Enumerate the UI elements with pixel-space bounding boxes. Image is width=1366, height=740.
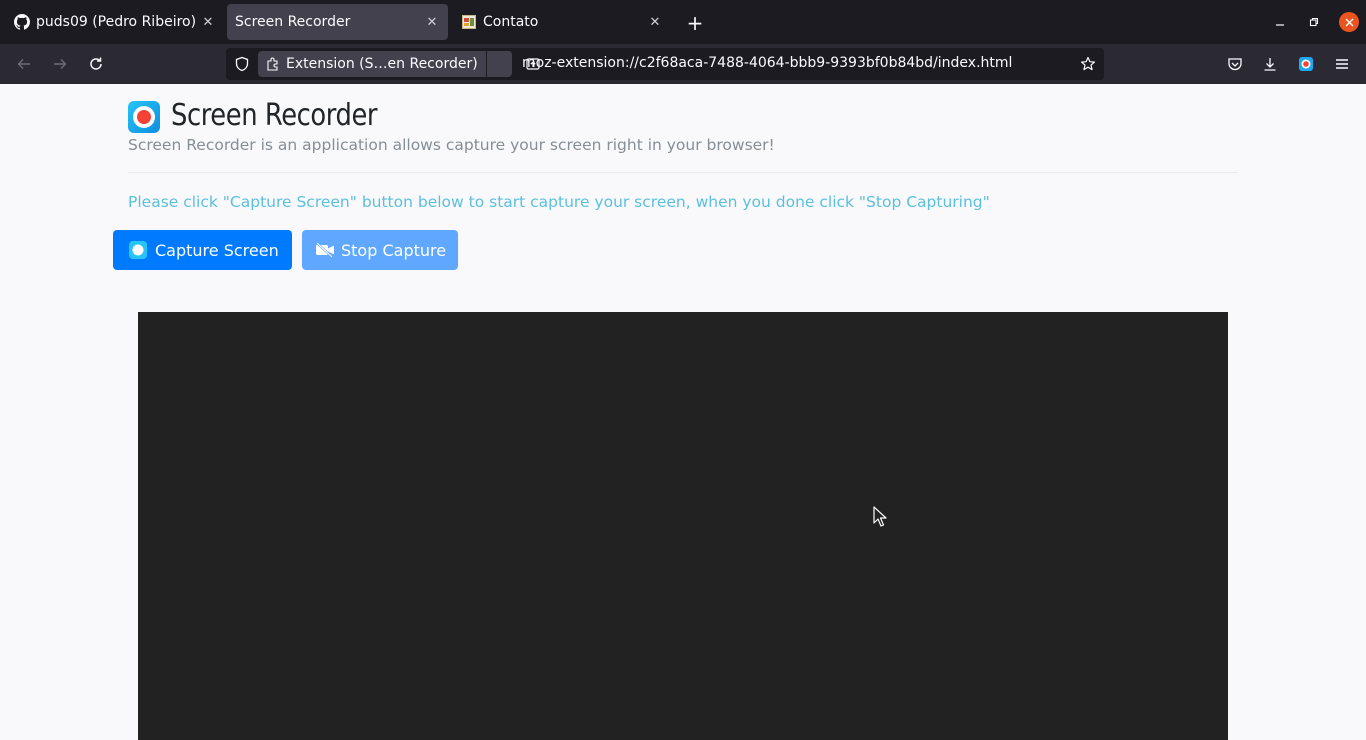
video-off-icon [315,241,335,259]
stop-capture-label: Stop Capture [341,240,447,260]
page-content: Screen Recorder Screen Recorder is an ap… [0,84,1366,740]
stop-capture-button[interactable]: Stop Capture [302,230,458,270]
screen-recorder-extension-icon[interactable] [1296,54,1316,74]
record-icon [129,241,147,259]
tab-bar: puds09 (Pedro Ribeiro) ✕ Screen Recorder… [0,0,1366,44]
page-subtitle: Screen Recorder is an application allows… [128,136,775,154]
extension-puzzle-icon [264,55,282,73]
github-icon [14,14,30,30]
close-window-icon[interactable] [1339,12,1359,32]
tab-screen-recorder[interactable]: Screen Recorder ✕ [227,4,448,40]
identity-label: Extension (S…en Recorder) [286,56,478,72]
identity-separator [486,51,487,77]
forward-icon[interactable] [48,52,72,76]
tab-title: puds09 (Pedro Ribeiro) [36,14,197,30]
mouse-cursor-icon [873,506,887,528]
back-icon[interactable] [12,52,36,76]
page-favicon-icon [461,14,477,30]
url-text[interactable]: moz-extension://c2f68aca-7488-4064-bbb9-… [522,55,1012,71]
url-bar[interactable]: Extension (S…en Recorder) moz-extension:… [226,48,1104,80]
tab-title: Screen Recorder [235,14,351,30]
divider [128,172,1238,173]
minimize-icon[interactable] [1270,12,1290,32]
tab-contato[interactable]: Contato ✕ [451,4,671,40]
menu-hamburger-icon[interactable] [1332,54,1352,74]
capture-screen-button[interactable]: Capture Screen [113,230,292,270]
tab-close-icon[interactable]: ✕ [422,12,442,32]
tab-close-icon[interactable]: ✕ [198,12,218,32]
site-identity-box[interactable]: Extension (S…en Recorder) [258,51,540,77]
screen-recorder-logo-icon [128,101,160,133]
tab-close-icon[interactable]: ✕ [645,12,665,32]
new-tab-button[interactable]: + [684,12,706,34]
reload-icon[interactable] [84,52,108,76]
downloads-icon[interactable] [1260,54,1280,74]
navigation-toolbar: Extension (S…en Recorder) moz-extension:… [0,44,1366,84]
tab-github[interactable]: puds09 (Pedro Ribeiro) ✕ [4,4,224,40]
video-preview[interactable] [138,312,1228,740]
instructions-text: Please click "Capture Screen" button bel… [128,193,990,211]
pocket-icon[interactable] [1225,54,1245,74]
tracking-protection-shield-icon[interactable] [232,54,252,74]
restore-icon[interactable] [1304,12,1324,32]
capture-screen-label: Capture Screen [155,240,279,260]
bookmark-star-icon[interactable] [1078,54,1098,74]
tab-title: Contato [483,14,539,30]
page-title: Screen Recorder [171,98,378,133]
